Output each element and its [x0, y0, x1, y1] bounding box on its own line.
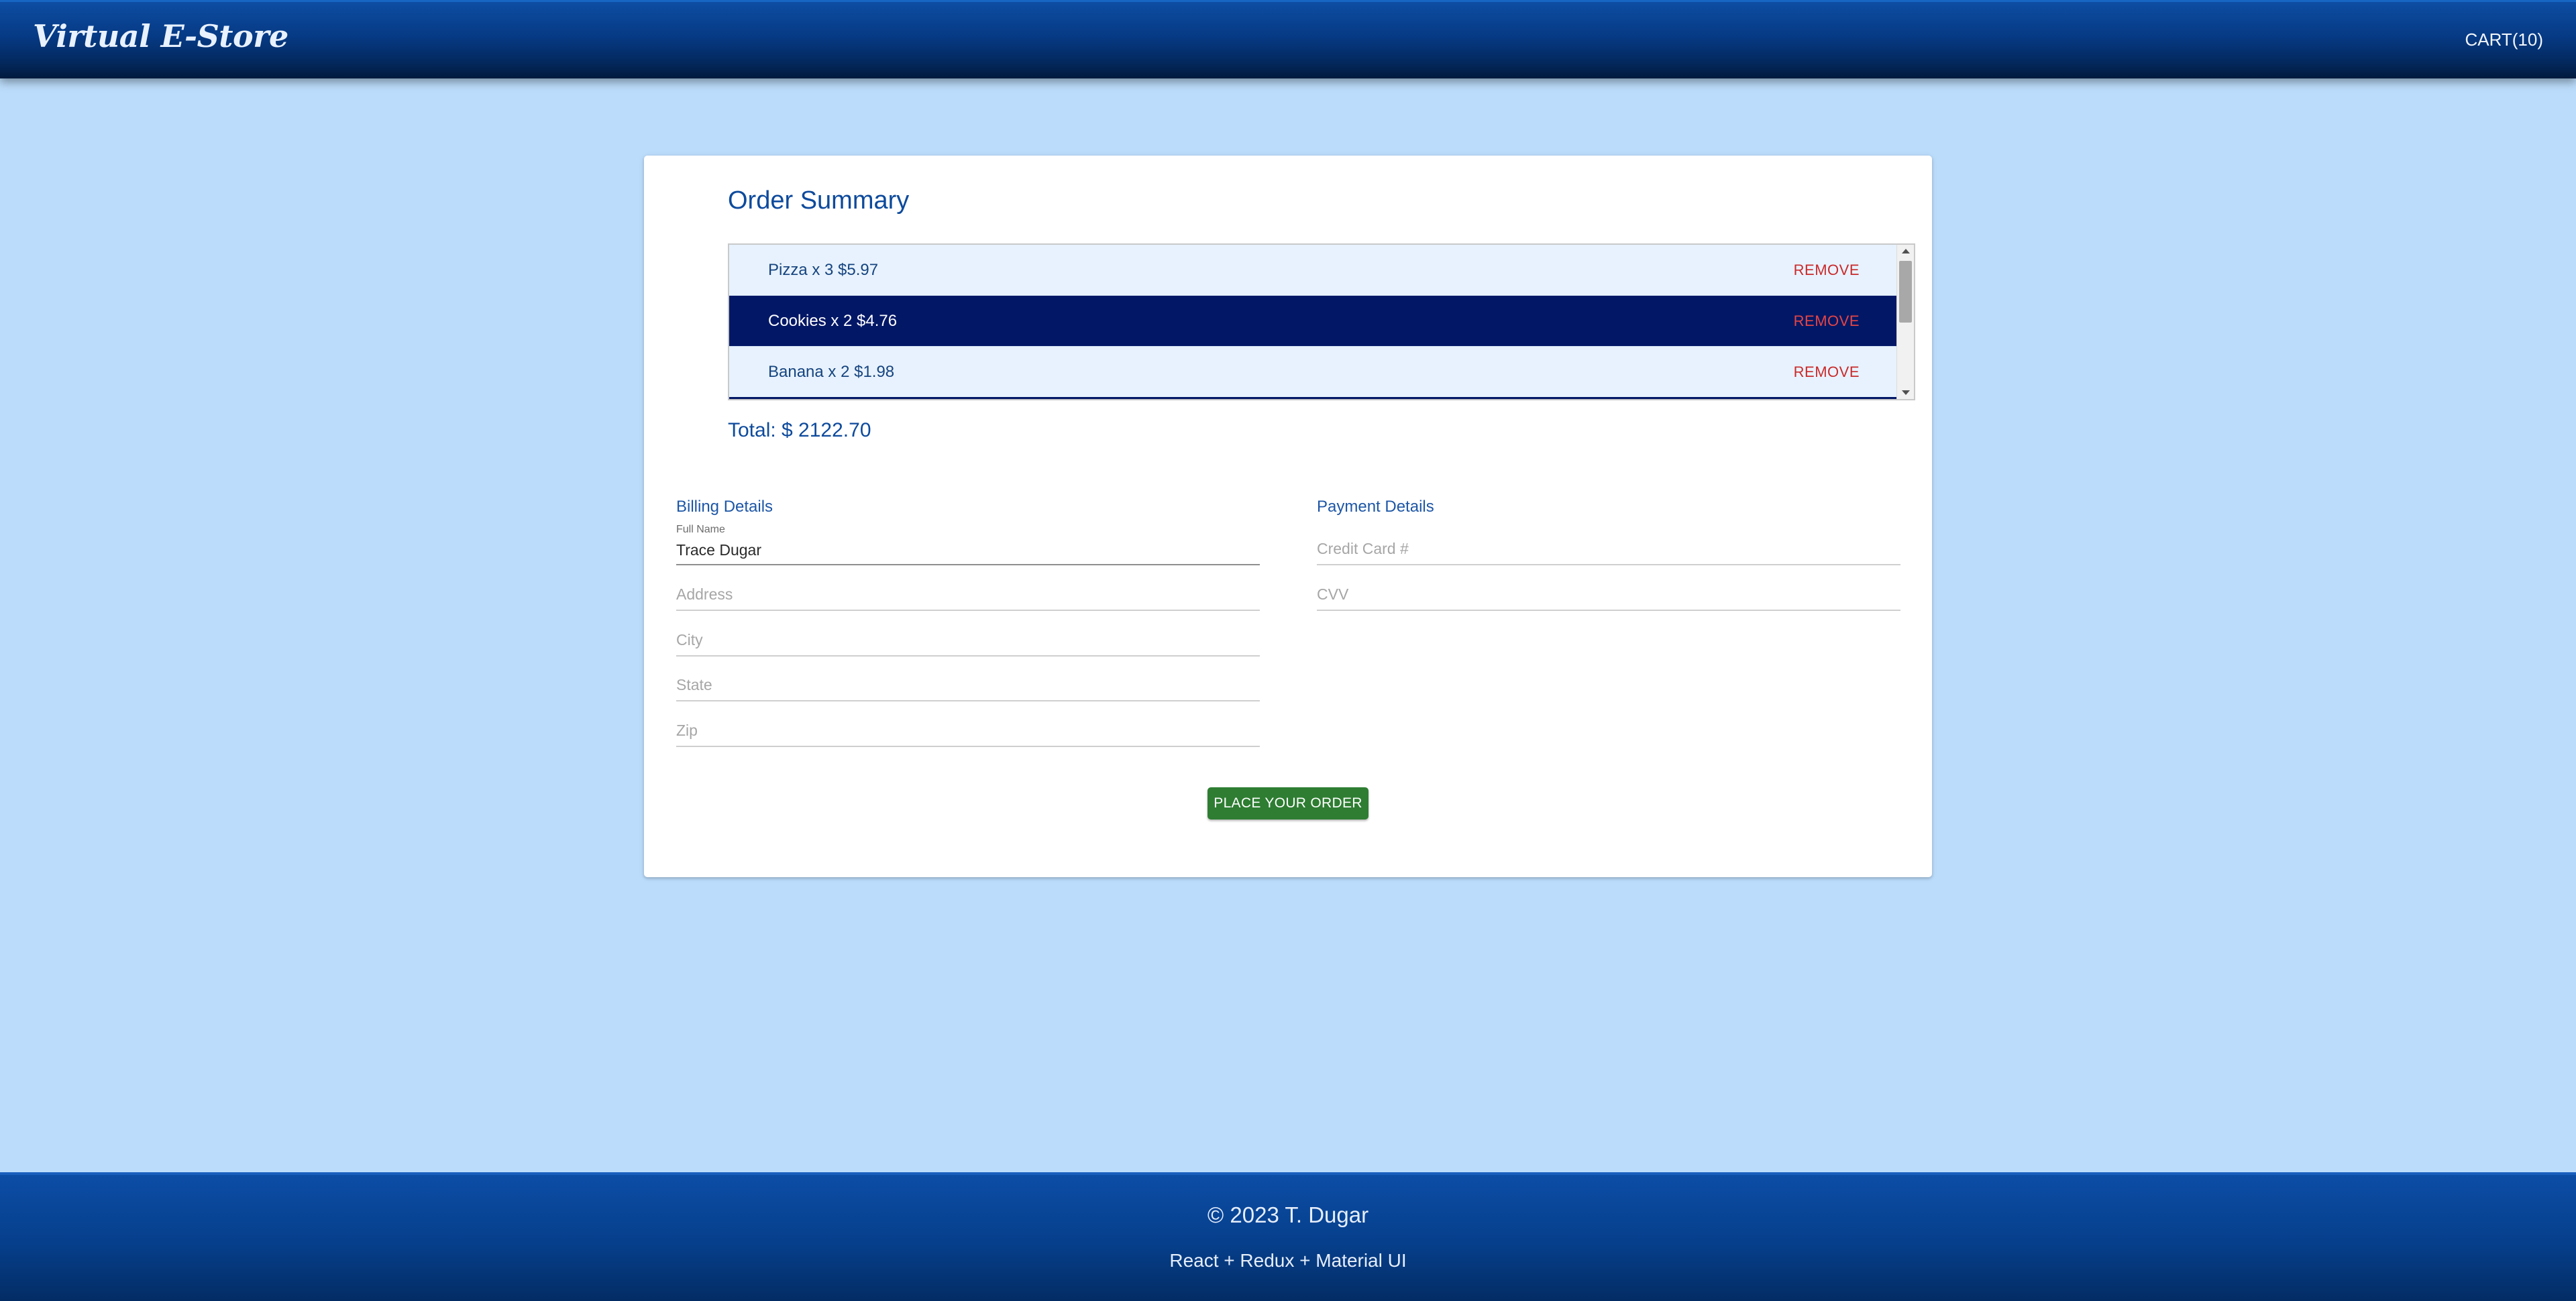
state-placeholder: State: [676, 676, 712, 693]
address-placeholder: Address: [676, 585, 733, 603]
credit-card-placeholder: Credit Card #: [1317, 540, 1409, 557]
credit-card-field[interactable]: Credit Card #: [1317, 532, 1900, 565]
billing-details-heading: Billing Details: [676, 498, 773, 516]
list-item[interactable]: Banana x 2 $1.98 REMOVE: [729, 347, 1898, 398]
item-label: Banana x 2 $1.98: [768, 362, 895, 381]
page: Virtual E-Store CART(10) Order Summary P…: [0, 0, 2576, 1301]
item-label: Cookies x 2 $4.76: [768, 311, 898, 330]
footer-copyright: © 2023 T. Dugar: [1207, 1202, 1369, 1227]
list-item[interactable]: Cookies x 2 $4.76 REMOVE: [729, 296, 1898, 347]
remove-button[interactable]: REMOVE: [1794, 363, 1860, 381]
order-total: Total: $ 2122.70: [728, 419, 871, 441]
city-placeholder: City: [676, 631, 703, 648]
app-footer: © 2023 T. Dugar React + Redux + Material…: [0, 1172, 2576, 1301]
full-name-value[interactable]: Trace Dugar: [676, 541, 761, 559]
cart-button[interactable]: CART(10): [2465, 30, 2543, 50]
zip-field[interactable]: Zip: [676, 714, 1260, 747]
state-field[interactable]: State: [676, 668, 1260, 701]
brand-logo[interactable]: Virtual E-Store: [33, 18, 288, 54]
address-field[interactable]: Address: [676, 577, 1260, 611]
list-item[interactable]: Pizza x 3 $5.97 REMOVE: [729, 245, 1898, 296]
cvv-field[interactable]: CVV: [1317, 577, 1900, 611]
order-items-list[interactable]: Pizza x 3 $5.97 REMOVE Cookies x 2 $4.76…: [728, 243, 1915, 400]
cvv-placeholder: CVV: [1317, 585, 1349, 603]
list-scrollbar[interactable]: [1896, 245, 1914, 399]
order-summary-title: Order Summary: [728, 186, 910, 215]
scroll-up-arrow-icon[interactable]: [1902, 249, 1910, 253]
item-label: Pizza x 3 $5.97: [768, 260, 879, 279]
scroll-down-arrow-icon[interactable]: [1902, 390, 1910, 395]
app-header: Virtual E-Store CART(10): [0, 0, 2576, 78]
scrollbar-thumb[interactable]: [1899, 261, 1912, 323]
full-name-field[interactable]: Full Name Trace Dugar: [676, 524, 1260, 565]
zip-placeholder: Zip: [676, 722, 698, 739]
checkout-card: Order Summary Pizza x 3 $5.97 REMOVE Coo…: [644, 156, 1932, 877]
remove-button[interactable]: REMOVE: [1794, 262, 1860, 279]
full-name-label: Full Name: [676, 524, 725, 535]
footer-tech-stack: React + Redux + Material UI: [1169, 1250, 1407, 1271]
place-order-button[interactable]: PLACE YOUR ORDER: [1208, 787, 1368, 819]
payment-details-heading: Payment Details: [1317, 498, 1434, 516]
remove-button[interactable]: REMOVE: [1794, 313, 1860, 330]
city-field[interactable]: City: [676, 623, 1260, 657]
next-list-item-peek: [729, 397, 1898, 399]
